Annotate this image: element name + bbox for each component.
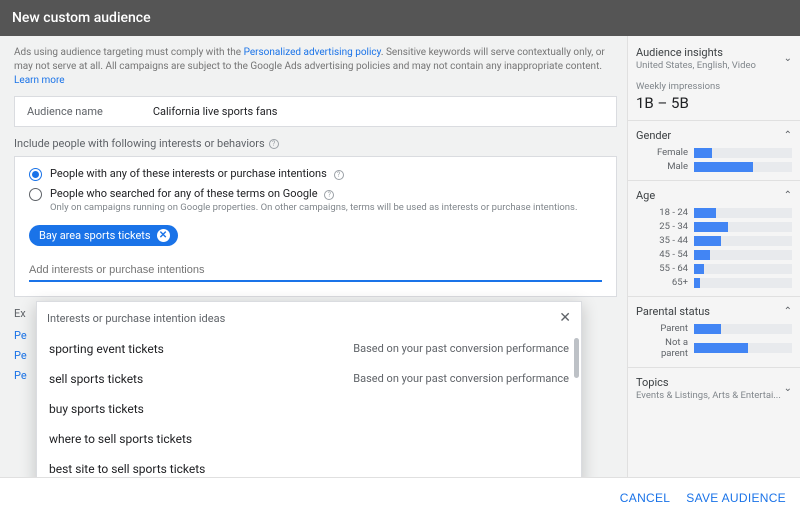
suggestion-item[interactable]: sporting event ticketsBased on your past… <box>37 334 581 364</box>
bar-row: Parent <box>636 323 792 334</box>
bar-label: 65+ <box>636 277 688 288</box>
bar-label: 35 - 44 <box>636 235 688 246</box>
add-interest-input[interactable] <box>29 264 602 276</box>
bar-fill <box>694 148 712 158</box>
chevron-down-icon: ⌄ <box>784 53 792 64</box>
bar-fill <box>694 343 748 353</box>
bar-label: Male <box>636 161 688 172</box>
include-section-label: Include people with following interests … <box>14 137 617 150</box>
policy-notice: Ads using audience targeting must comply… <box>14 46 617 88</box>
bar-track <box>694 236 792 246</box>
bar-label: 18 - 24 <box>636 207 688 218</box>
radio-icon <box>29 188 42 201</box>
keyword-chip[interactable]: Bay area sports tickets ✕ <box>29 225 178 246</box>
age-section[interactable]: Age ⌃ <box>636 187 792 204</box>
chip-remove-icon[interactable]: ✕ <box>157 229 170 242</box>
suggestion-item[interactable]: where to sell sports tickets <box>37 424 581 454</box>
suggestion-item[interactable]: sell sports ticketsBased on your past co… <box>37 364 581 394</box>
bar-fill <box>694 208 716 218</box>
bar-track <box>694 208 792 218</box>
bar-label: Parent <box>636 323 688 334</box>
topics-section[interactable]: Topics Events & Listings, Arts & Enterta… <box>636 374 792 403</box>
close-icon[interactable]: ✕ <box>559 310 571 326</box>
bar-label: Not a parent <box>636 337 688 359</box>
suggestions-dropdown: Interests or purchase intention ideas ✕ … <box>36 301 582 477</box>
parental-section[interactable]: Parental status ⌃ <box>636 303 792 320</box>
help-icon[interactable]: ? <box>269 139 279 149</box>
bar-fill <box>694 250 710 260</box>
help-icon[interactable]: ? <box>324 190 334 200</box>
policy-link[interactable]: Personalized advertising policy <box>244 47 381 58</box>
bar-label: 55 - 64 <box>636 263 688 274</box>
bar-label: Female <box>636 147 688 158</box>
bar-row: Not a parent <box>636 337 792 359</box>
impressions-value: 1B – 5B <box>636 94 792 112</box>
suggestions-list: sporting event ticketsBased on your past… <box>37 334 581 477</box>
bar-fill <box>694 264 704 274</box>
dialog-footer: CANCEL SAVE AUDIENCE <box>0 477 800 517</box>
bar-row: 18 - 24 <box>636 207 792 218</box>
chevron-up-icon: ⌃ <box>784 190 792 201</box>
bar-row: Female <box>636 147 792 158</box>
impressions-label: Weekly impressions <box>636 81 792 92</box>
bar-row: 25 - 34 <box>636 221 792 232</box>
bar-fill <box>694 222 728 232</box>
save-audience-button[interactable]: SAVE AUDIENCE <box>686 491 786 505</box>
bar-row: 55 - 64 <box>636 263 792 274</box>
gender-section[interactable]: Gender ⌃ <box>636 127 792 144</box>
help-icon[interactable]: ? <box>334 170 344 180</box>
scrollbar-thumb[interactable] <box>574 338 579 378</box>
bar-row: 35 - 44 <box>636 235 792 246</box>
bar-track <box>694 324 792 334</box>
audience-name-label: Audience name <box>27 105 103 118</box>
main-panel: Ads using audience targeting must comply… <box>0 36 627 477</box>
dialog-title: New custom audience <box>12 10 151 26</box>
chevron-up-icon: ⌃ <box>784 130 792 141</box>
dialog-header: New custom audience <box>0 0 800 36</box>
bar-label: 25 - 34 <box>636 221 688 232</box>
bar-track <box>694 264 792 274</box>
audience-name-value[interactable]: California live sports fans <box>153 105 278 118</box>
insights-sidebar: Audience insights United States, English… <box>627 36 800 477</box>
add-interest-input-row[interactable] <box>29 258 602 282</box>
suggestion-item[interactable]: buy sports tickets <box>37 394 581 424</box>
suggestion-item[interactable]: best site to sell sports tickets <box>37 454 581 477</box>
bar-fill <box>694 278 700 288</box>
bar-fill <box>694 236 721 246</box>
bar-row: 65+ <box>636 277 792 288</box>
learn-more-link[interactable]: Learn more <box>14 75 65 86</box>
bar-track <box>694 343 792 353</box>
chevron-up-icon: ⌃ <box>784 306 792 317</box>
bar-row: 45 - 54 <box>636 249 792 260</box>
bar-row: Male <box>636 161 792 172</box>
suggestions-title: Interests or purchase intention ideas <box>47 312 225 325</box>
radio-searched[interactable]: People who searched for any of these ter… <box>29 187 602 213</box>
bar-track <box>694 148 792 158</box>
bar-track <box>694 250 792 260</box>
targeting-card: People with any of these interests or pu… <box>14 156 617 297</box>
chip-label: Bay area sports tickets <box>39 229 151 242</box>
cancel-button[interactable]: CANCEL <box>620 491 670 505</box>
bar-track <box>694 278 792 288</box>
bar-fill <box>694 162 753 172</box>
bar-track <box>694 222 792 232</box>
radio-interests[interactable]: People with any of these interests or pu… <box>29 167 602 181</box>
bar-track <box>694 162 792 172</box>
radio-icon <box>29 168 42 181</box>
bar-label: 45 - 54 <box>636 249 688 260</box>
insights-header[interactable]: Audience insights United States, English… <box>636 44 792 73</box>
bar-fill <box>694 324 721 334</box>
audience-name-card: Audience name California live sports fan… <box>14 96 617 127</box>
chevron-down-icon: ⌄ <box>784 383 792 394</box>
